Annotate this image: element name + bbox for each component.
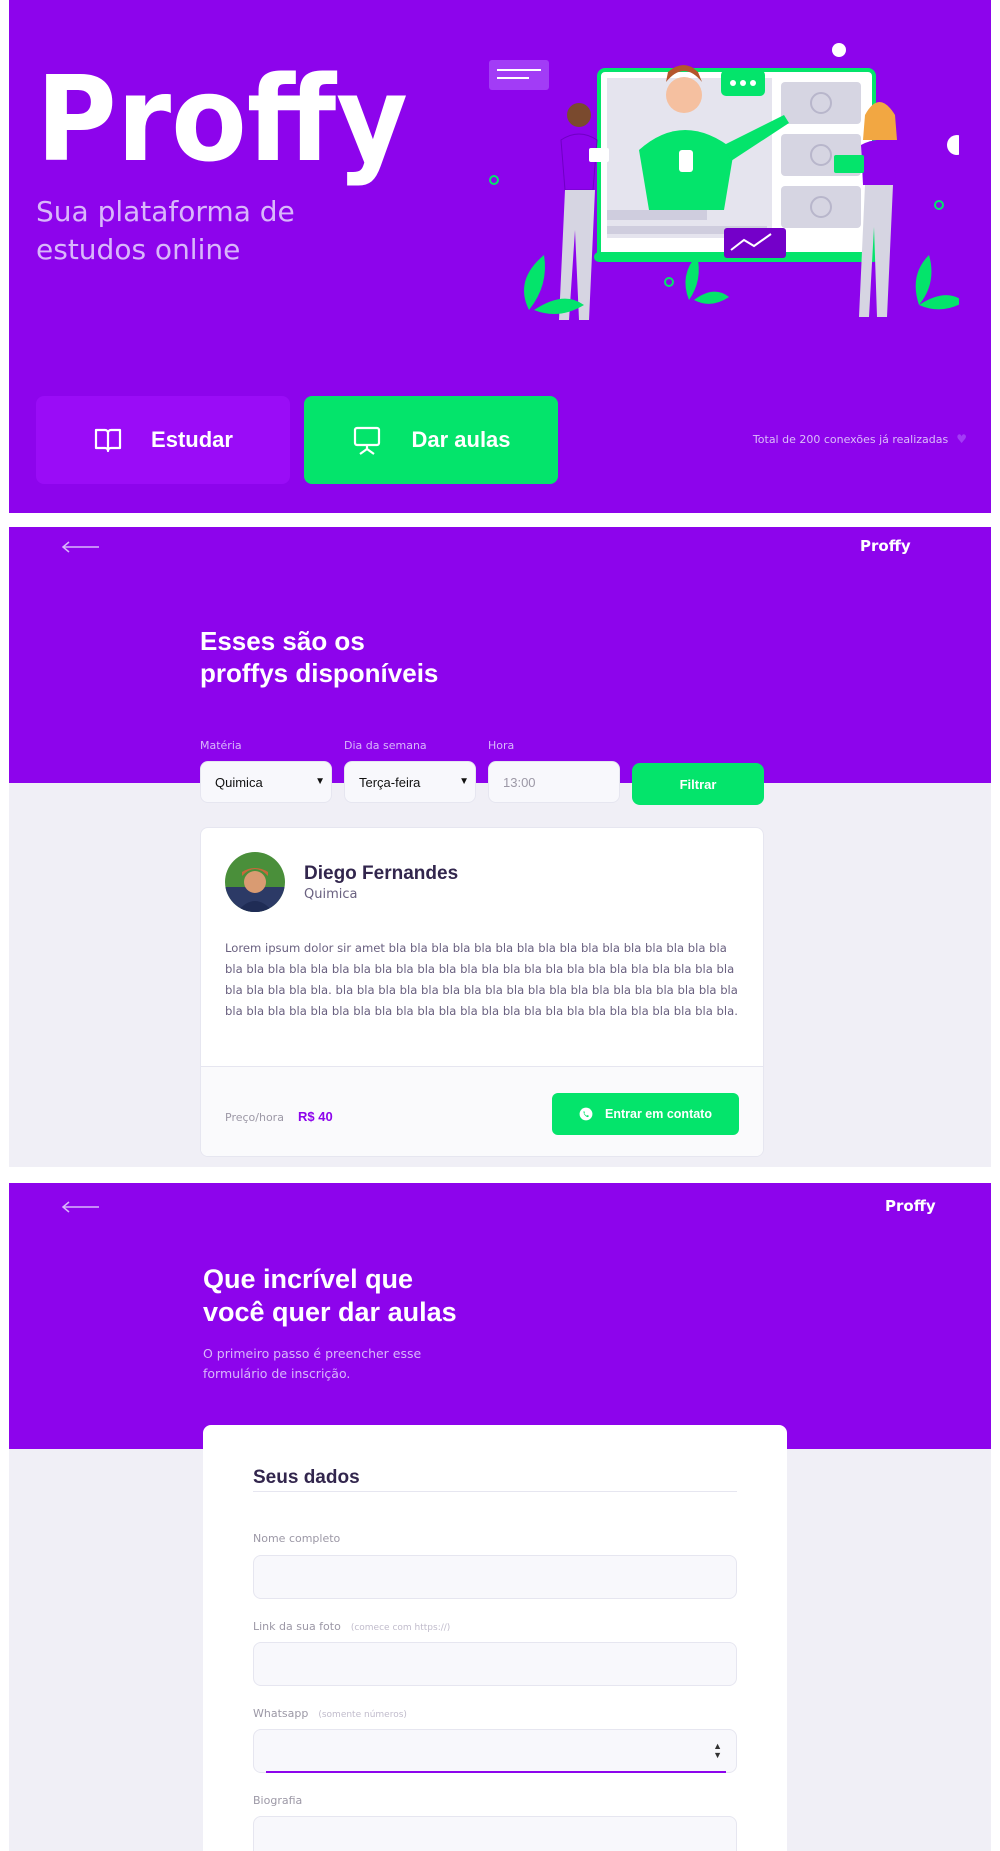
whatsapp-label: Whatsapp (somente números) — [253, 1707, 407, 1720]
caret-down-icon: ▼ — [315, 776, 325, 787]
time-input[interactable]: 13:00 — [488, 761, 620, 803]
logo-text: Proffy — [36, 60, 408, 188]
photo-label: Link da sua foto (comece com https://) — [253, 1620, 450, 1633]
back-arrow-icon[interactable] — [61, 1200, 101, 1214]
weekday-select-value: Terça-feira — [359, 774, 421, 790]
teach-header — [9, 1183, 991, 1449]
caret-down-icon: ▼ — [459, 776, 469, 787]
form-section-title: Seus dados — [253, 1467, 360, 1488]
weekday-label: Dia da semana — [344, 739, 427, 752]
header-logo: Proffy — [885, 1197, 936, 1215]
connections-text: Total de 200 conexões já realizadas — [752, 432, 949, 446]
study-page: Proffy Esses são os proffys disponíveis … — [9, 527, 991, 1167]
registration-form: Seus dados Nome completo Link da sua fot… — [203, 1425, 787, 1851]
photo-hint: (comece com https://) — [350, 1623, 451, 1633]
teach-button[interactable]: Dar aulas — [304, 396, 558, 484]
price-label: Preço/hora — [225, 1111, 284, 1124]
name-input[interactable] — [253, 1555, 737, 1599]
page-subtitle: O primeiro passo é preencher esse formul… — [203, 1346, 422, 1381]
page-title-line1: Esses são os — [200, 626, 365, 656]
time-input-placeholder: 13:00 — [503, 774, 536, 790]
landing-page: Proffy Sua plataforma de estudos online — [9, 0, 991, 513]
study-button[interactable]: Estudar — [36, 396, 290, 484]
header-logo: Proffy — [860, 537, 911, 555]
presentation-board-icon — [354, 426, 381, 455]
proffy-logo: Proffy — [36, 60, 408, 188]
bio-label-text: Biografia — [253, 1794, 303, 1807]
focus-indicator — [266, 1771, 726, 1773]
photo-input[interactable] — [253, 1642, 737, 1686]
study-button-label: Estudar — [151, 427, 233, 452]
teacher-card: Diego Fernandes Quimica Lorem ipsum dolo… — [200, 827, 764, 1157]
teach-page: Proffy Que incrível que você quer dar au… — [9, 1183, 991, 1851]
whatsapp-label-text: Whatsapp — [253, 1707, 309, 1720]
name-label-text: Nome completo — [253, 1532, 341, 1545]
tagline: Sua plataforma de estudos online — [36, 195, 295, 266]
avatar — [225, 852, 285, 912]
time-label: Hora — [488, 739, 515, 752]
photo-label-text: Link da sua foto — [253, 1620, 341, 1633]
teacher-subject: Quimica — [304, 887, 358, 902]
whatsapp-hint: (somente números) — [318, 1710, 407, 1720]
contact-button-label: Entrar em contato — [605, 1107, 712, 1121]
page-title-line2: você quer dar aulas — [203, 1297, 457, 1327]
card-footer: Preço/hora R$ 40 Entrar em contato — [201, 1066, 763, 1156]
purple-heart-icon: ♥ — [956, 432, 967, 446]
connections-counter: Total de 200 conexões já realizadas ♥ — [753, 432, 967, 446]
book-open-icon — [94, 428, 122, 453]
teacher-name: Diego Fernandes — [304, 863, 459, 884]
number-spinner-icon[interactable]: ▲ ▼ — [713, 1742, 722, 1760]
bio-label: Biografia — [253, 1794, 302, 1807]
subject-label: Matéria — [200, 739, 242, 752]
subject-select[interactable]: Quimica ▼ — [200, 761, 332, 803]
subject-select-value: Quimica — [215, 774, 263, 790]
weekday-select[interactable]: Terça-feira ▼ — [344, 761, 476, 803]
whatsapp-input[interactable]: ▲ ▼ — [253, 1729, 737, 1773]
contact-button[interactable]: Entrar em contato — [552, 1093, 739, 1135]
back-arrow-icon[interactable] — [61, 540, 101, 554]
filter-button[interactable]: Filtrar — [632, 763, 764, 805]
bio-input[interactable] — [253, 1816, 737, 1851]
teach-button-label: Dar aulas — [411, 427, 511, 452]
hero-illustration — [489, 43, 959, 320]
page-title-line1: Que incrível que — [203, 1264, 414, 1294]
teacher-bio: Lorem ipsum dolor sir amet bla bla bla b… — [225, 941, 738, 1018]
page-title-line2: proffys disponíveis — [200, 658, 439, 688]
form-divider — [253, 1491, 737, 1492]
page-title: Que incrível que você quer dar aulas — [203, 1263, 457, 1329]
name-label: Nome completo — [253, 1532, 340, 1545]
price-value: R$ 40 — [298, 1109, 333, 1124]
page-title: Esses são os proffys disponíveis — [200, 625, 438, 689]
whatsapp-icon — [579, 1107, 593, 1121]
